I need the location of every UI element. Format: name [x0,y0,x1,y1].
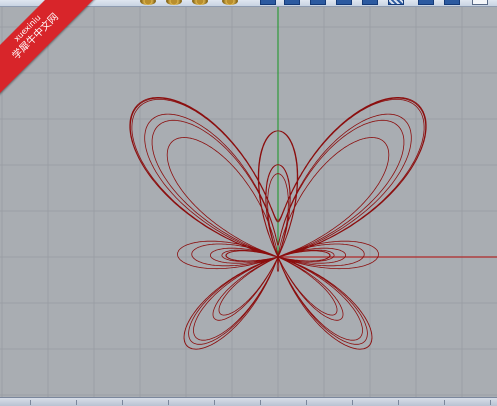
status-divider [260,400,261,405]
viewport-layout-icon[interactable] [336,0,352,5]
status-divider [306,400,307,405]
hatched-viewport-icon[interactable] [388,0,404,5]
status-divider [352,400,353,405]
viewport-layout-icon[interactable] [444,0,460,5]
perspective-viewport[interactable] [0,7,497,397]
status-divider [122,400,123,405]
viewport-layout-icon[interactable] [310,0,326,5]
status-divider [490,400,491,405]
status-divider [30,400,31,405]
white-panel-icon[interactable] [472,0,488,5]
status-divider [214,400,215,405]
viewport-layout-icon[interactable] [362,0,378,5]
construction-grid [0,7,497,397]
viewport-layout-icon[interactable] [418,0,434,5]
gear-icon[interactable] [140,0,156,5]
viewport-layout-icon[interactable] [260,0,276,5]
status-divider [444,400,445,405]
gear-icon[interactable] [166,0,182,5]
gear-icon[interactable] [192,0,208,5]
status-divider [398,400,399,405]
status-divider [168,400,169,405]
status-divider [76,400,77,405]
viewport-layout-icon[interactable] [284,0,300,5]
gear-icon[interactable] [222,0,238,5]
